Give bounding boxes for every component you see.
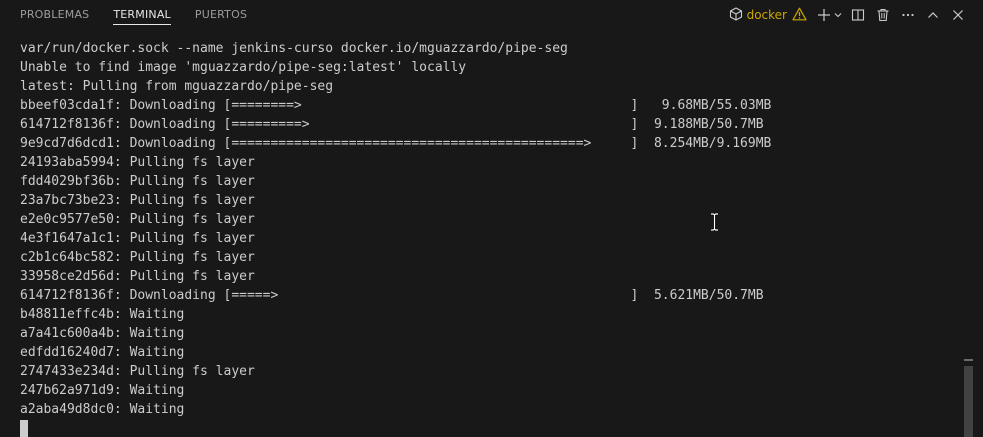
- tab-problems[interactable]: PROBLEMAS: [20, 0, 89, 30]
- terminal-line: a2aba49d8dc0: Waiting: [20, 402, 185, 417]
- terminal-line: bbeef03cda1f: Downloading [========> ] 9…: [20, 98, 772, 113]
- panel-actions: docker: [729, 0, 969, 30]
- terminal-line: var/run/docker.sock --name jenkins-curso…: [20, 41, 568, 56]
- more-icon[interactable]: [897, 4, 919, 26]
- terminal-instance-label: docker: [746, 8, 787, 22]
- terminal-line: a7a41c600a4b: Waiting: [20, 326, 185, 341]
- maximize-panel-icon[interactable]: [922, 4, 944, 26]
- terminal-line: 2747433e234d: Pulling fs layer: [20, 364, 255, 379]
- terminal-line: 23a7bc73be23: Pulling fs layer: [20, 193, 255, 208]
- scrollbar-marker: [964, 359, 973, 361]
- terminal-line: 33958ce2d56d: Pulling fs layer: [20, 269, 255, 284]
- warning-icon: [792, 6, 807, 25]
- terminal-line: latest: Pulling from mguazzardo/pipe-seg: [20, 79, 334, 94]
- terminal-instance-selector[interactable]: docker: [729, 6, 807, 25]
- terminal-line: fdd4029bf36b: Pulling fs layer: [20, 174, 255, 189]
- tab-terminal[interactable]: TERMINAL: [113, 0, 171, 30]
- terminal-line: c2b1c64bc582: Pulling fs layer: [20, 250, 255, 265]
- panel-header: PROBLEMAS TERMINAL PUERTOS docker: [0, 0, 983, 30]
- panel-tabs: PROBLEMAS TERMINAL PUERTOS: [20, 0, 271, 30]
- terminal-line: 4e3f1647a1c1: Pulling fs layer: [20, 231, 255, 246]
- add-terminal-icon[interactable]: [816, 4, 832, 26]
- terminal-line: b48811effc4b: Waiting: [20, 307, 185, 322]
- terminal-scrollbar[interactable]: [964, 30, 973, 437]
- terminal-line: 24193aba5994: Pulling fs layer: [20, 155, 255, 170]
- chevron-down-icon[interactable]: [832, 4, 844, 26]
- terminal-line: 614712f8136f: Downloading [=========> ] …: [20, 117, 764, 132]
- terminal-line: Unable to find image 'mguazzardo/pipe-se…: [20, 60, 467, 75]
- terminal-line: e2e0c9577e50: Pulling fs layer: [20, 212, 255, 227]
- scrollbar-thumb[interactable]: [964, 366, 973, 437]
- ibeam-cursor-icon: [710, 212, 719, 235]
- split-terminal-icon[interactable]: [847, 4, 869, 26]
- terminal-prompt-line: [20, 419, 960, 437]
- tab-ports[interactable]: PUERTOS: [195, 0, 247, 30]
- terminal-line: 614712f8136f: Downloading [=====> ] 5.62…: [20, 288, 764, 303]
- trash-icon[interactable]: [872, 4, 894, 26]
- container-icon: [729, 6, 743, 25]
- terminal-output[interactable]: var/run/docker.sock --name jenkins-curso…: [20, 39, 960, 437]
- terminal-line: 247b62a971d9: Waiting: [20, 383, 185, 398]
- close-icon[interactable]: [947, 4, 969, 26]
- terminal-cursor: [20, 420, 28, 437]
- terminal-line: 9e9cd7d6dcd1: Downloading [=============…: [20, 136, 772, 151]
- terminal-line: edfdd16240d7: Waiting: [20, 345, 185, 360]
